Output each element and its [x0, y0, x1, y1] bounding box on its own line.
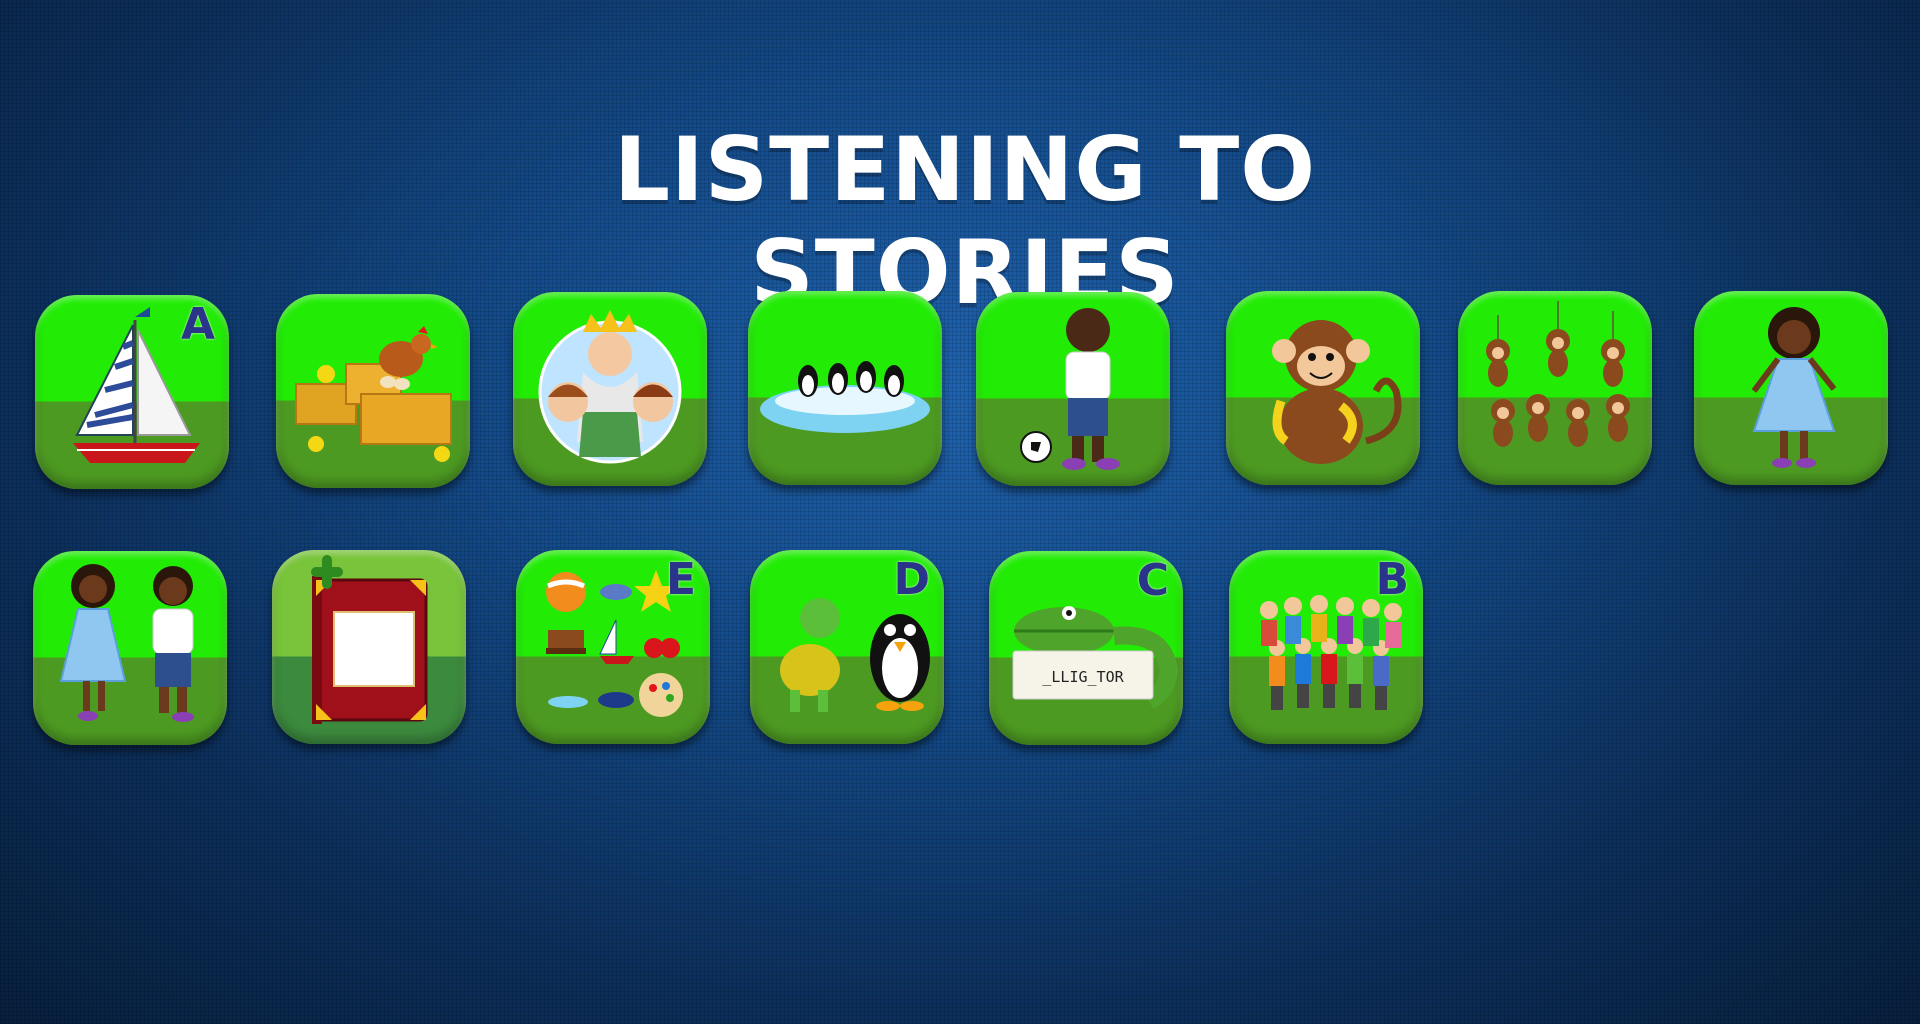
tile-turtle-penguin[interactable]: D	[750, 550, 944, 744]
tile-girl-boy[interactable]	[33, 551, 227, 745]
tile-penguins-ice[interactable]	[748, 291, 942, 485]
alligator-sign-text: _LLIG_TOR	[1042, 668, 1124, 686]
girl-and-boy-icon	[59, 564, 194, 722]
tile-letter: E	[665, 554, 696, 605]
tile-monkey-banana[interactable]	[1226, 291, 1420, 485]
boy-with-ball-icon	[1020, 308, 1120, 470]
tile-letter: D	[893, 554, 930, 605]
tile-alligator-word[interactable]: _LLIG_TOR C	[989, 551, 1183, 745]
tile-letter: B	[1375, 554, 1409, 605]
tile-letter: A	[180, 299, 215, 350]
tile-boy-ball[interactable]	[976, 292, 1170, 486]
add-book-icon	[311, 555, 428, 724]
tile-girl-dress[interactable]	[1694, 291, 1888, 485]
hen-on-hay-icon	[295, 326, 452, 462]
five-monkeys-icon	[1486, 301, 1630, 447]
tile-e-objects[interactable]: E	[516, 550, 710, 744]
tile-sailboat[interactable]: A	[35, 295, 229, 489]
penguins-on-ice-icon	[760, 361, 930, 433]
king-and-children-icon	[538, 310, 682, 464]
tile-five-monkeys[interactable]	[1458, 291, 1652, 485]
tile-letter: C	[1136, 555, 1169, 606]
tile-family-crowd[interactable]: B	[1229, 550, 1423, 744]
monkey-with-banana-icon	[1272, 320, 1402, 464]
girl-in-dress-icon	[1751, 307, 1837, 468]
tile-king-children[interactable]	[513, 292, 707, 486]
tile-add-book[interactable]	[272, 550, 466, 744]
tile-hen-haystack[interactable]	[276, 294, 470, 488]
